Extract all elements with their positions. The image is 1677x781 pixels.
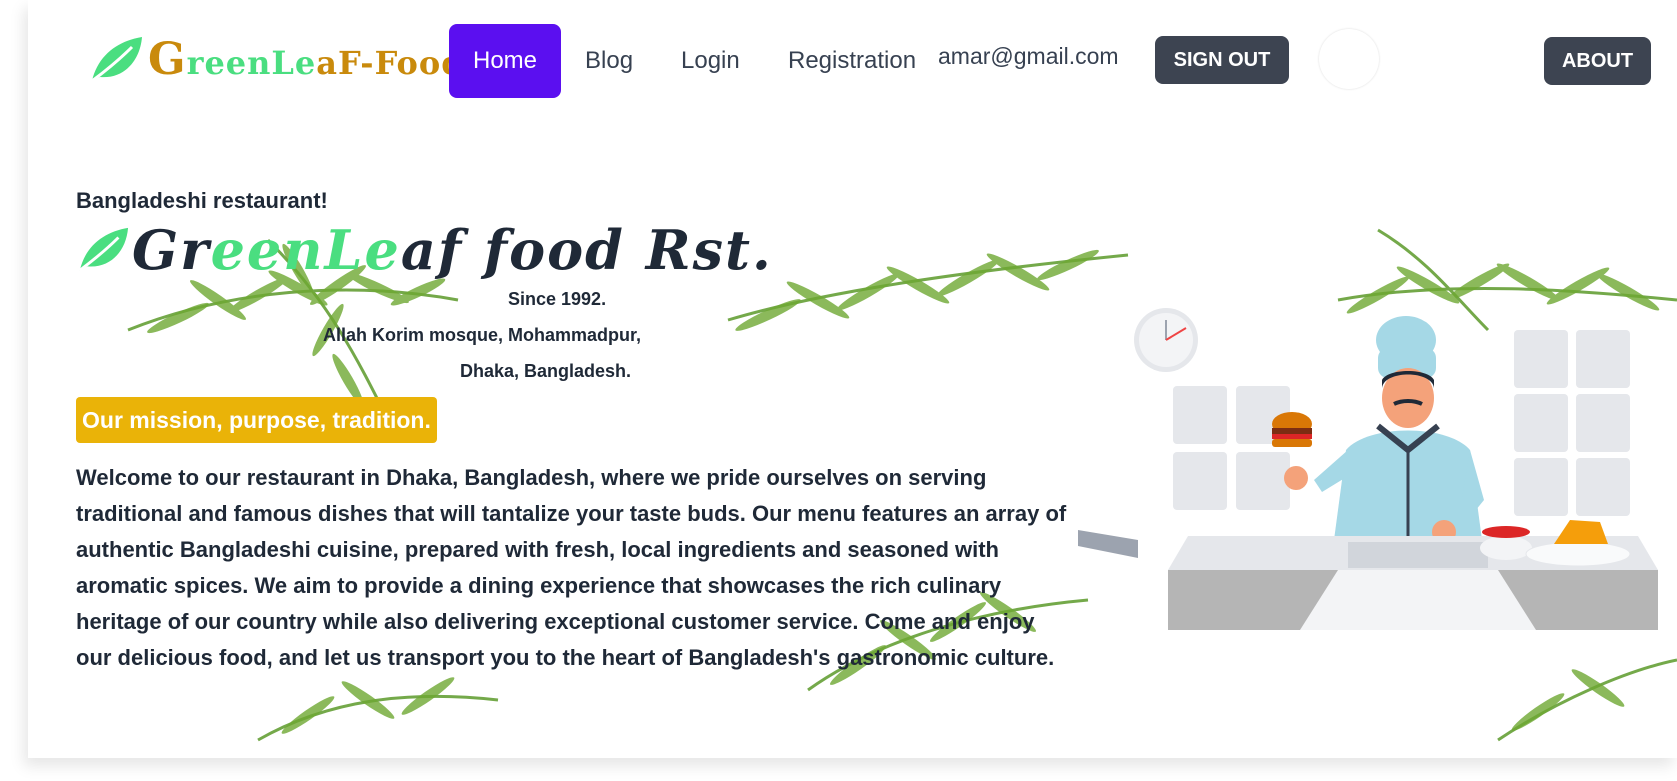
chef-illustration <box>1078 308 1658 630</box>
mission-badge: Our mission, purpose, tradition. <box>76 397 437 443</box>
leaf-icon <box>78 227 129 272</box>
burger-icon <box>1272 412 1312 447</box>
hero-description: Welcome to our restaurant in Dhaka, Bang… <box>76 465 1067 670</box>
hero-title: GreenLeaf food Rst. <box>76 218 773 282</box>
clock-icon <box>1134 308 1198 372</box>
page-card: GreenLeaF-Food Home Blog Login Registrat… <box>28 0 1677 758</box>
hero-title-text: GreenLeaf food Rst. <box>132 218 773 282</box>
address-line-1: Allah Korim mosque, Mohammadpur, <box>323 325 642 345</box>
address-line-2: Dhaka, Bangladesh. <box>460 361 632 381</box>
since-text: Since 1992. <box>508 289 607 309</box>
hero-tagline: Bangladeshi restaurant! <box>76 188 328 213</box>
hero-section: Bangladeshi restaurant! GreenLeaf food R… <box>28 0 1677 758</box>
